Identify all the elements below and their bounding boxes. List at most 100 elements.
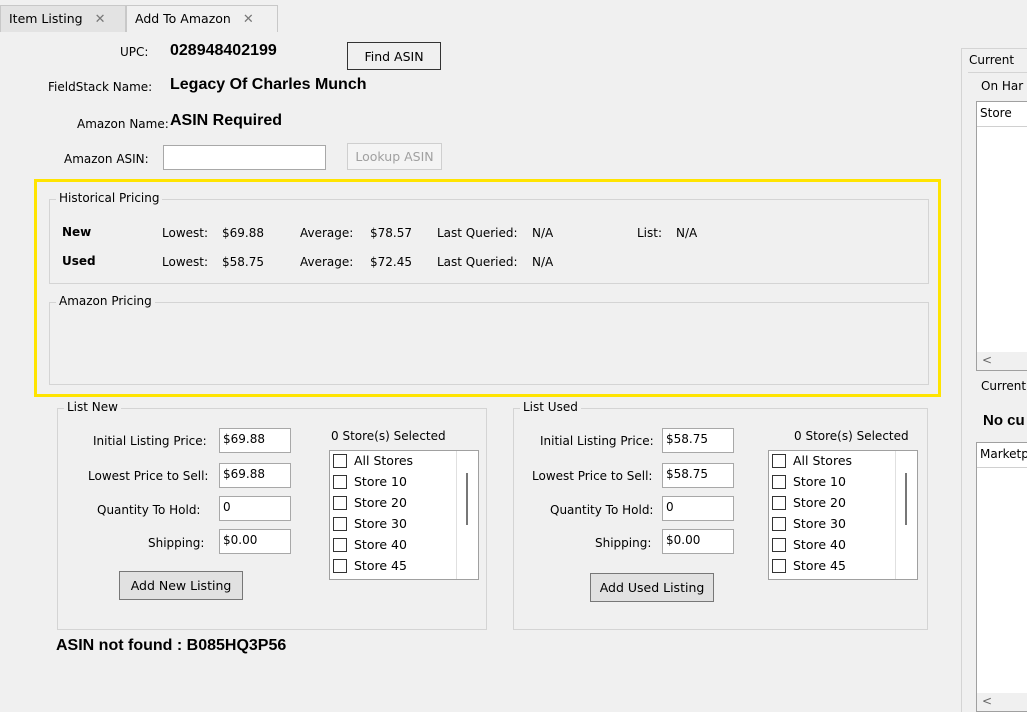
store-name: Store 20 xyxy=(793,495,846,510)
used-shipping-input[interactable]: $0.00 xyxy=(662,529,734,554)
horizontal-scrollbar[interactable]: < xyxy=(977,352,1027,370)
store-checkbox-item[interactable]: Store 30 xyxy=(772,514,846,534)
used-last-queried-label: Last Queried: xyxy=(437,255,518,269)
find-asin-button[interactable]: Find ASIN xyxy=(347,42,441,70)
right-current-title: Current xyxy=(981,379,1027,393)
checkbox-icon[interactable] xyxy=(333,558,347,573)
horizontal-scrollbar[interactable]: < xyxy=(977,693,1027,711)
store-name: Store 20 xyxy=(354,495,407,510)
store-name: All Stores xyxy=(793,453,853,468)
fieldstack-name-label: FieldStack Name: xyxy=(48,80,153,94)
used-store-listbox[interactable]: All Stores Store 10 Store 20 Store 30 St… xyxy=(768,450,918,580)
close-icon[interactable]: ✕ xyxy=(95,12,106,27)
new-average-label: Average: xyxy=(300,226,354,240)
list-new-title: List New xyxy=(64,400,121,414)
store-checkbox-item[interactable]: Store 30 xyxy=(333,514,407,534)
scroll-left-icon[interactable]: < xyxy=(982,694,992,708)
new-initial-price-input[interactable]: $69.88 xyxy=(219,428,291,453)
store-checkbox-item[interactable]: Store 20 xyxy=(333,493,407,513)
store-name: Store 30 xyxy=(793,516,846,531)
on-hand-grid[interactable]: Store < xyxy=(976,101,1027,371)
amazon-asin-input[interactable] xyxy=(163,145,326,170)
new-average-value: $78.57 xyxy=(370,226,412,240)
historical-pricing-group xyxy=(49,199,929,284)
new-stores-selected: 0 Store(s) Selected xyxy=(331,429,446,443)
store-checkbox-item[interactable]: Store 40 xyxy=(772,535,846,555)
checkbox-icon[interactable] xyxy=(333,474,347,489)
used-last-queried-value: N/A xyxy=(532,255,554,269)
store-column-header[interactable]: Store xyxy=(980,106,1012,120)
marketplace-grid[interactable]: Marketp < xyxy=(976,442,1027,712)
divider xyxy=(968,72,1027,74)
store-checkbox-item[interactable]: All Stores xyxy=(333,451,413,471)
scrollbar[interactable] xyxy=(895,451,917,579)
checkbox-icon[interactable] xyxy=(772,516,786,531)
store-name: Store 45 xyxy=(354,558,407,573)
tab-bar: Item Listing ✕ Add To Amazon ✕ xyxy=(0,0,1027,32)
add-used-listing-button[interactable]: Add Used Listing xyxy=(590,573,714,602)
store-name: Store 40 xyxy=(354,537,407,552)
new-quantity-input[interactable]: 0 xyxy=(219,496,291,521)
used-initial-price-label: Initial Listing Price: xyxy=(540,434,654,448)
lookup-asin-button[interactable]: Lookup ASIN xyxy=(347,143,442,170)
used-average-value: $72.45 xyxy=(370,255,412,269)
right-no-current-text: No cu xyxy=(983,412,1025,429)
list-used-title: List Used xyxy=(520,400,581,414)
checkbox-icon[interactable] xyxy=(772,558,786,573)
add-new-listing-button[interactable]: Add New Listing xyxy=(119,571,243,600)
used-quantity-input[interactable]: 0 xyxy=(662,496,734,521)
store-name: Store 10 xyxy=(354,474,407,489)
grid-header: Marketp xyxy=(977,443,1027,468)
tab-item-listing[interactable]: Item Listing ✕ xyxy=(0,5,126,32)
checkbox-icon[interactable] xyxy=(333,516,347,531)
scroll-left-icon[interactable]: < xyxy=(982,353,992,367)
close-icon[interactable]: ✕ xyxy=(243,12,254,27)
used-initial-price-input[interactable]: $58.75 xyxy=(662,428,734,453)
scrollbar[interactable] xyxy=(456,451,478,579)
store-name: Store 30 xyxy=(354,516,407,531)
checkbox-icon[interactable] xyxy=(333,537,347,552)
checkbox-icon[interactable] xyxy=(772,453,786,468)
store-checkbox-item[interactable]: All Stores xyxy=(772,451,852,471)
store-checkbox-item[interactable]: Store 10 xyxy=(772,472,846,492)
checkbox-icon[interactable] xyxy=(772,474,786,489)
amazon-pricing-group xyxy=(49,302,929,385)
used-average-label: Average: xyxy=(300,255,354,269)
right-on-hand-title: On Har xyxy=(981,79,1024,93)
used-lowest-price-input[interactable]: $58.75 xyxy=(662,463,734,488)
checkbox-icon[interactable] xyxy=(772,495,786,510)
checkbox-icon[interactable] xyxy=(333,495,347,510)
store-name: Store 10 xyxy=(793,474,846,489)
used-lowest-value: $58.75 xyxy=(222,255,264,269)
new-store-listbox[interactable]: All Stores Store 10 Store 20 Store 30 St… xyxy=(329,450,479,580)
new-lowest-price-label: Lowest Price to Sell: xyxy=(88,469,209,483)
store-checkbox-item[interactable]: Store 45 xyxy=(772,556,846,576)
store-checkbox-item[interactable]: Store 40 xyxy=(333,535,407,555)
checkbox-icon[interactable] xyxy=(772,537,786,552)
right-current-tab[interactable]: Current xyxy=(969,53,1014,67)
scrollbar-thumb[interactable] xyxy=(466,473,468,525)
store-name: Store 45 xyxy=(793,558,846,573)
marketplace-column-header[interactable]: Marketp xyxy=(980,447,1027,461)
store-checkbox-item[interactable]: Store 45 xyxy=(333,556,407,576)
asin-status-message: ASIN not found : B085HQ3P56 xyxy=(56,637,287,654)
amazon-pricing-title: Amazon Pricing xyxy=(56,294,155,308)
checkbox-icon[interactable] xyxy=(333,453,347,468)
new-last-queried-value: N/A xyxy=(532,226,554,240)
tab-label: Item Listing xyxy=(9,11,83,26)
tab-label: Add To Amazon xyxy=(135,11,231,26)
scrollbar-thumb[interactable] xyxy=(905,473,907,525)
store-checkbox-item[interactable]: Store 10 xyxy=(333,472,407,492)
new-lowest-price-input[interactable]: $69.88 xyxy=(219,463,291,488)
amazon-asin-label: Amazon ASIN: xyxy=(64,152,149,166)
new-shipping-input[interactable]: $0.00 xyxy=(219,529,291,554)
store-checkbox-item[interactable]: Store 20 xyxy=(772,493,846,513)
used-stores-selected: 0 Store(s) Selected xyxy=(794,429,909,443)
tab-add-to-amazon[interactable]: Add To Amazon ✕ xyxy=(126,5,278,32)
used-lowest-price-label: Lowest Price to Sell: xyxy=(532,469,653,483)
store-name: Store 40 xyxy=(793,537,846,552)
grid-header: Store xyxy=(977,102,1027,127)
new-lowest-value: $69.88 xyxy=(222,226,264,240)
new-lowest-label: Lowest: xyxy=(162,226,209,240)
new-last-queried-label: Last Queried: xyxy=(437,226,518,240)
